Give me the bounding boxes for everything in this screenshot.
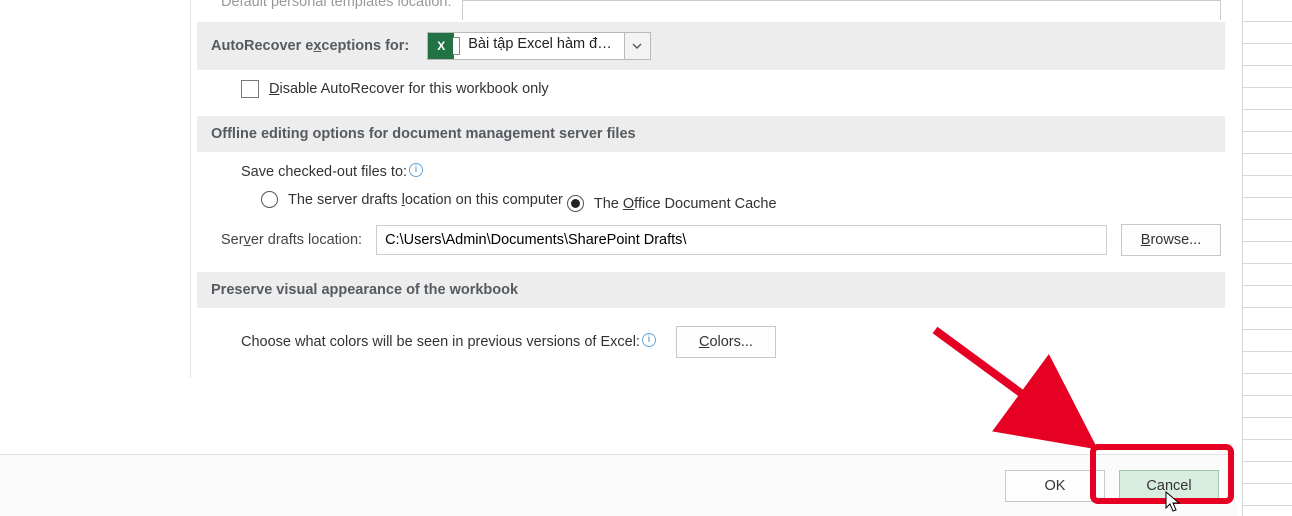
default-templates-input[interactable] bbox=[462, 0, 1221, 20]
radio-icon bbox=[567, 195, 584, 212]
radio-office-document-cache[interactable]: The Office Document Cache bbox=[567, 195, 777, 212]
ok-button[interactable]: OK bbox=[1005, 470, 1105, 502]
section-autorecover-title: AutoRecover exceptions for: bbox=[211, 38, 409, 54]
workbook-name: Bài tập Excel hàm đ… bbox=[454, 33, 623, 59]
preserve-colors-label: Choose what colors will be seen in previ… bbox=[241, 334, 656, 351]
options-panel: Default personal templates location: Aut… bbox=[190, 0, 1231, 378]
default-templates-label: Default personal templates location: bbox=[221, 0, 452, 10]
disable-autorecover-label: Disable AutoRecover for this workbook on… bbox=[269, 81, 549, 97]
radio-office-cache-label: The Office Document Cache bbox=[594, 196, 777, 212]
excel-file-icon: X bbox=[428, 33, 454, 59]
browse-button[interactable]: Browse... bbox=[1121, 224, 1221, 256]
info-icon[interactable]: i bbox=[642, 333, 656, 347]
info-icon[interactable]: i bbox=[409, 163, 423, 177]
server-drafts-label: Server drafts location: bbox=[221, 232, 362, 248]
cancel-button[interactable]: Cancel bbox=[1119, 470, 1219, 502]
section-offline-header: Offline editing options for document man… bbox=[197, 116, 1225, 152]
options-dialog: Default personal templates location: Aut… bbox=[0, 0, 1237, 516]
spreadsheet-grid bbox=[1242, 0, 1292, 516]
save-checked-out-label: Save checked-out files to:i bbox=[241, 164, 423, 180]
radio-icon bbox=[261, 191, 278, 208]
radio-server-drafts-label: The server drafts location on this compu… bbox=[288, 192, 563, 208]
default-templates-row: Default personal templates location: bbox=[191, 0, 1231, 20]
dialog-footer: OK Cancel bbox=[0, 454, 1237, 516]
chevron-down-icon[interactable] bbox=[624, 33, 650, 59]
server-drafts-input[interactable] bbox=[376, 225, 1107, 255]
radio-server-drafts-location[interactable]: The server drafts location on this compu… bbox=[261, 191, 563, 208]
workbook-select[interactable]: X Bài tập Excel hàm đ… bbox=[427, 32, 650, 60]
colors-button[interactable]: Colors... bbox=[676, 326, 776, 358]
section-preserve-header: Preserve visual appearance of the workbo… bbox=[197, 272, 1225, 308]
checkbox-icon bbox=[241, 80, 259, 98]
section-autorecover-header: AutoRecover exceptions for: X Bài tập Ex… bbox=[197, 22, 1225, 70]
disable-autorecover-checkbox[interactable]: Disable AutoRecover for this workbook on… bbox=[241, 80, 549, 98]
